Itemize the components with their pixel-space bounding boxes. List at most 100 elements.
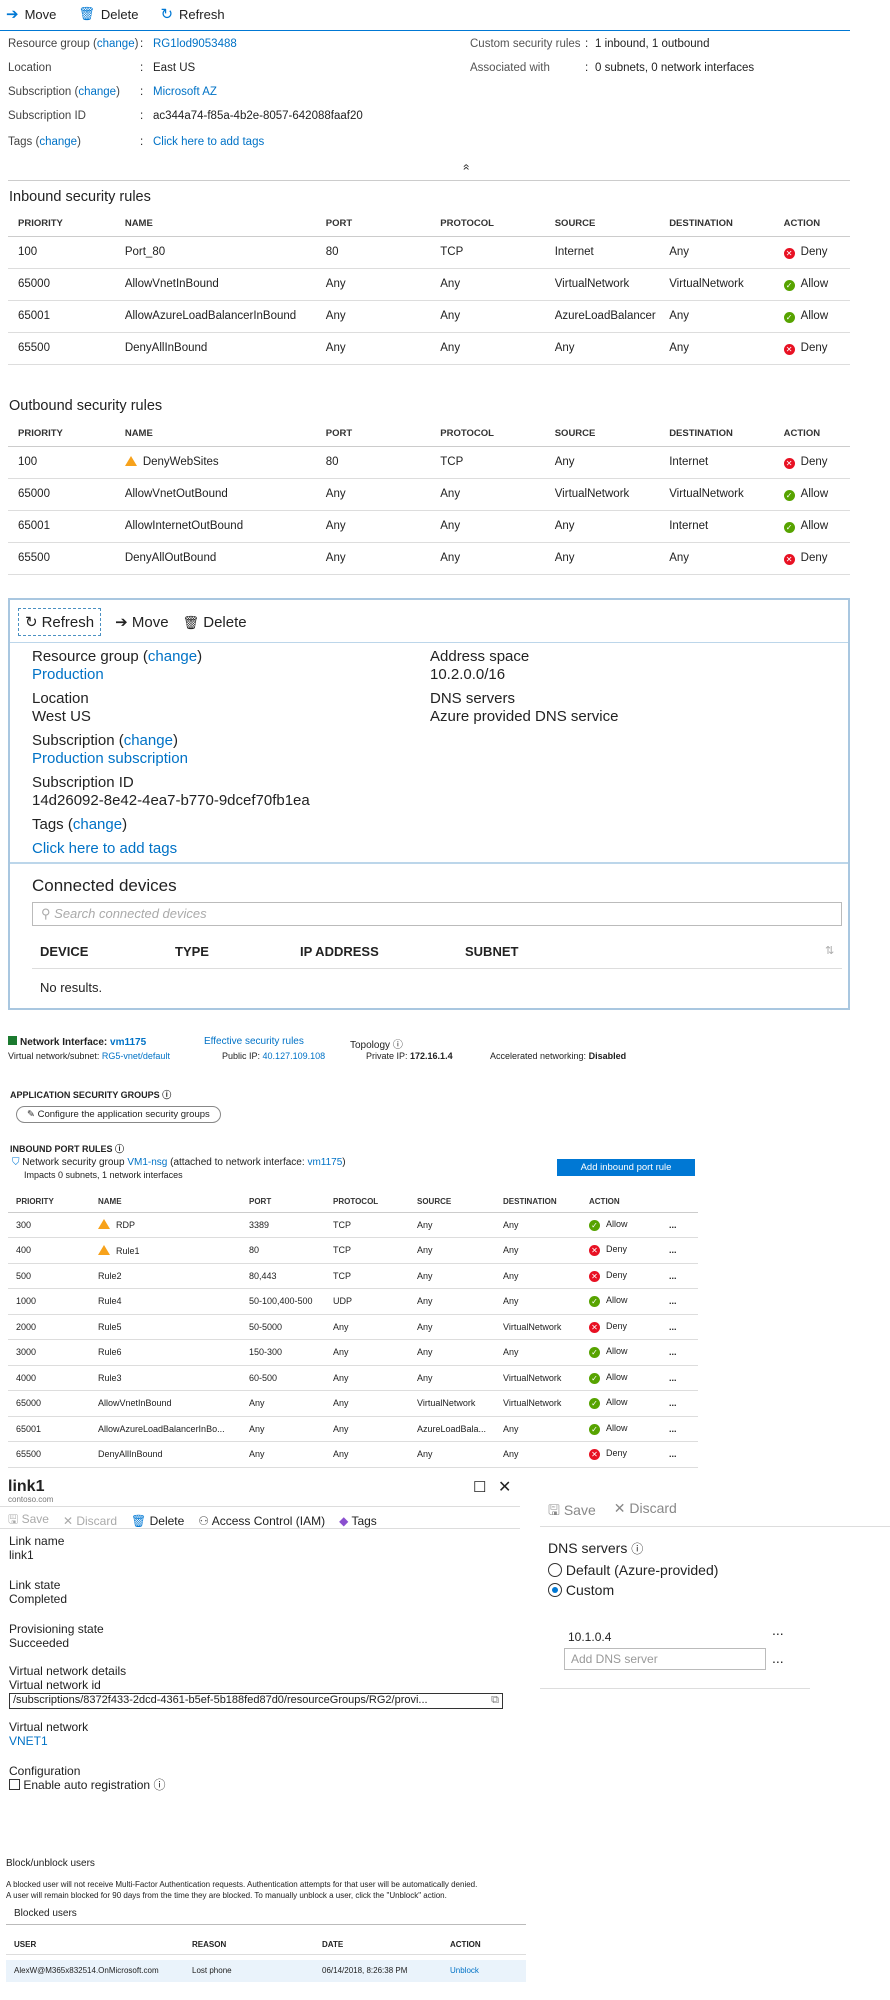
blocked-users-tab[interactable]: Blocked users <box>14 1908 77 1919</box>
dns-default-option[interactable]: Default (Azure-provided) <box>548 1562 718 1578</box>
refresh-button[interactable]: ↻ Refresh <box>160 5 224 23</box>
close-icon[interactable]: ✕ <box>498 1477 511 1497</box>
nsg-nic-link[interactable]: vm1175 <box>307 1157 342 1168</box>
discard-button[interactable]: ✕ Discard <box>63 1514 117 1528</box>
rg-value-link[interactable]: Production <box>32 666 104 683</box>
tags-button[interactable]: ◆ Tags <box>339 1514 377 1528</box>
nic-link[interactable]: vm1175 <box>110 1037 146 1048</box>
column-header[interactable]: ACTION <box>773 422 850 447</box>
more-icon[interactable]: ... <box>661 1237 698 1264</box>
column-header[interactable]: DESTINATION <box>659 212 774 237</box>
collapse-icon[interactable]: » <box>458 164 472 171</box>
table-row[interactable]: 500 Rule2 80,443 TCP Any Any ✕ Deny... <box>8 1263 698 1289</box>
table-row[interactable]: 4000 Rule3 60-500 Any Any VirtualNetwork ✓ Allo… <box>8 1365 698 1391</box>
essential-value-link[interactable]: RG1lod9053488 <box>153 38 237 50</box>
change-link[interactable]: change <box>97 38 135 50</box>
column-header[interactable]: DESTINATION <box>495 1192 581 1213</box>
column-header[interactable]: PRIORITY <box>8 1192 90 1213</box>
more-icon[interactable]: ... <box>661 1390 698 1417</box>
unblock-link[interactable]: Unblock <box>450 1966 479 1975</box>
sort-icon[interactable]: ⇅ <box>825 944 834 957</box>
table-row[interactable]: 400 Rule1 80 TCP Any Any ✕ Deny... <box>8 1237 698 1264</box>
more-icon[interactable]: ... <box>661 1365 698 1391</box>
column-header[interactable]: ACTION <box>581 1192 661 1213</box>
more-icon[interactable]: ... <box>661 1416 698 1442</box>
column-header[interactable]: SOURCE <box>544 212 660 237</box>
table-row[interactable]: 65500 DenyAllInBound Any Any Any Any ✕ Deny... <box>8 1441 698 1468</box>
table-row[interactable]: 2000 Rule5 50-5000 Any Any VirtualNetwork ✕ Den… <box>8 1314 698 1340</box>
table-row[interactable]: 65000 AllowVnetOutBound Any Any VirtualNetwo… <box>8 478 850 511</box>
table-row[interactable]: 65001 AllowAzureLoadBalancerInBound Any Any… <box>8 300 850 333</box>
col-device[interactable]: DEVICE <box>40 944 88 959</box>
public-ip-link[interactable]: 40.127.109.108 <box>263 1051 326 1061</box>
search-connected-devices-input[interactable]: ⚲ Search connected devices <box>32 902 842 926</box>
iam-button[interactable]: ⚇ Access Control (IAM) <box>198 1514 325 1528</box>
col-subnet[interactable]: SUBNET <box>465 944 518 959</box>
column-header[interactable]: PROTOCOL <box>430 212 545 237</box>
nsg-link[interactable]: VM1-nsg <box>127 1157 167 1168</box>
rg-change-link[interactable]: change <box>148 648 197 665</box>
column-header[interactable]: SOURCE <box>544 422 660 447</box>
table-row[interactable]: 100 Port_80 80 TCP Internet Any ✕ Deny <box>8 236 850 269</box>
table-row[interactable]: 100 DenyWebSites 80 TCP Any Internet ✕ Deny <box>8 446 850 479</box>
change-link[interactable]: change <box>78 86 116 98</box>
configure-asg-button[interactable]: ✎ Configure the application security gro… <box>16 1106 221 1123</box>
table-row[interactable]: 65500 DenyAllInBound Any Any Any Any ✕ Deny <box>8 332 850 365</box>
tags-change-link[interactable]: change <box>73 816 122 833</box>
column-header[interactable]: DESTINATION <box>659 422 774 447</box>
dns-discard-button[interactable]: ✕ Discard <box>614 1500 677 1524</box>
vnet-refresh-button[interactable]: ↻ Refresh <box>18 608 102 636</box>
table-row[interactable]: AlexW@M365x832514.OnMicrosoft.com Lost p… <box>6 1960 526 1982</box>
custom-radio[interactable] <box>548 1583 562 1597</box>
column-header[interactable]: PROTOCOL <box>325 1192 409 1213</box>
column-header[interactable]: ACTION <box>773 212 850 237</box>
more-icon[interactable]: ... <box>772 1650 784 1666</box>
more-icon[interactable]: ... <box>661 1314 698 1340</box>
column-header[interactable]: PORT <box>315 422 431 447</box>
more-icon[interactable]: ... <box>661 1441 698 1468</box>
col-ip-address[interactable]: IP ADDRESS <box>300 944 379 959</box>
table-row[interactable]: 3000 Rule6 150-300 Any Any Any ✓ Allow... <box>8 1339 698 1366</box>
table-row[interactable]: 1000 Rule4 50-100,400-500 UDP Any Any ✓ Allow..… <box>8 1288 698 1315</box>
table-row[interactable]: 65500 DenyAllOutBound Any Any Any Any ✕ Deny <box>8 542 850 575</box>
table-row[interactable]: 65001 AllowInternetOutBound Any Any Any Inter… <box>8 510 850 543</box>
essential-value-link[interactable]: Microsoft AZ <box>153 86 217 98</box>
dns-save-button[interactable]: 🖫 Save <box>548 1500 596 1524</box>
vnet-id-field[interactable]: /subscriptions/8372f433-2dcd-4361-b5ef-5… <box>9 1693 503 1709</box>
column-header[interactable]: SOURCE <box>409 1192 495 1213</box>
more-icon[interactable]: ... <box>661 1288 698 1315</box>
column-header[interactable]: PRIORITY <box>8 212 115 237</box>
more-icon[interactable]: ... <box>661 1263 698 1289</box>
column-header[interactable]: PROTOCOL <box>430 422 545 447</box>
add-inbound-port-rule-button[interactable]: Add inbound port rule <box>557 1159 695 1176</box>
table-row[interactable]: 65000 AllowVnetInBound Any Any VirtualNetwor… <box>8 1390 698 1417</box>
effective-security-rules-link[interactable]: Effective security rules <box>204 1036 304 1047</box>
table-row[interactable]: 65001 AllowAzureLoadBalancerInBo... Any Any… <box>8 1416 698 1442</box>
vnet-delete-button[interactable]: 🗑 Delete <box>183 614 247 631</box>
column-header[interactable]: PORT <box>241 1192 325 1213</box>
default-radio[interactable] <box>548 1563 562 1577</box>
maximize-icon[interactable]: ☐ <box>473 1478 486 1496</box>
move-button[interactable]: ➔ Move <box>6 5 56 23</box>
col-type[interactable]: TYPE <box>175 944 209 959</box>
change-link[interactable]: change <box>39 136 77 148</box>
more-icon[interactable]: ... <box>661 1212 698 1238</box>
more-icon[interactable]: ... <box>661 1339 698 1366</box>
table-row[interactable]: 65000 AllowVnetInBound Any Any VirtualNetwor… <box>8 268 850 301</box>
more-icon[interactable]: ... <box>772 1622 784 1638</box>
add-tags-link[interactable]: Click here to add tags <box>32 840 177 857</box>
dns-custom-option[interactable]: Custom <box>548 1582 614 1598</box>
essential-value-link[interactable]: Click here to add tags <box>153 136 264 148</box>
vnet-link[interactable]: VNET1 <box>9 1734 48 1749</box>
column-header[interactable]: NAME <box>114 422 316 447</box>
add-dns-server-input[interactable]: Add DNS server <box>564 1648 766 1670</box>
vnet-subnet-link[interactable]: RG5-vnet/default <box>102 1051 170 1061</box>
table-row[interactable]: 300 RDP 3389 TCP Any Any ✓ Allow... <box>8 1212 698 1238</box>
column-header[interactable]: PORT <box>315 212 431 237</box>
vnet-move-button[interactable]: ➔ Move <box>115 613 168 631</box>
column-header[interactable]: NAME <box>114 212 316 237</box>
sub-change-link[interactable]: change <box>124 732 173 749</box>
auto-registration-checkbox[interactable] <box>9 1779 20 1790</box>
delete-button[interactable]: 🗑 Delete <box>131 1514 184 1528</box>
delete-button[interactable]: 🗑 Delete <box>78 6 138 22</box>
